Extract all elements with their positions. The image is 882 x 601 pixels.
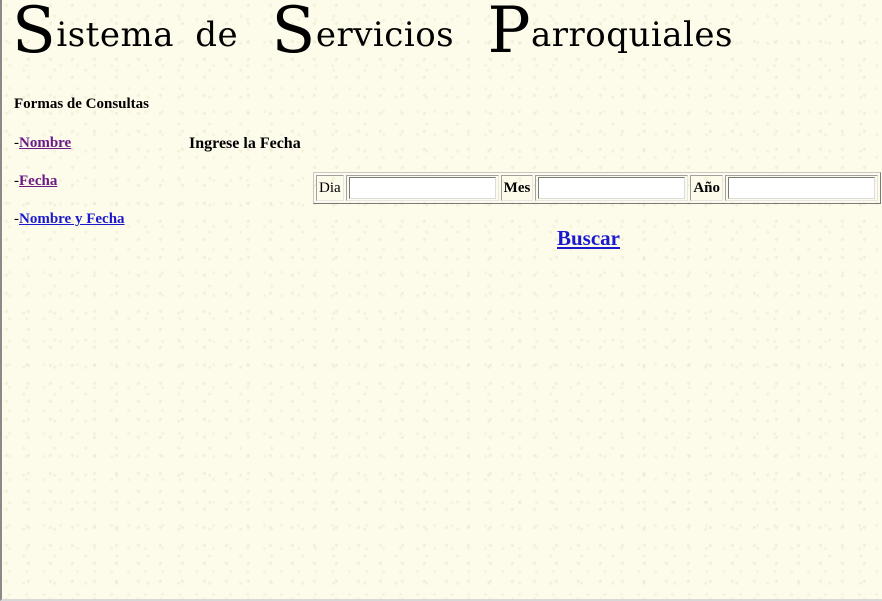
sidebar-item-fecha: -Fecha <box>14 173 57 190</box>
year-input-cell <box>725 175 879 201</box>
sidebar-link-nombre[interactable]: Nombre <box>19 135 71 151</box>
date-form-table: Dia Mes Año <box>313 172 882 204</box>
year-label-cell: Año <box>690 175 724 201</box>
background-texture <box>2 0 882 599</box>
sidebar-heading: Formas de Consultas <box>14 96 150 112</box>
page-title: Sistema de Servicios Parroquiales <box>12 0 755 68</box>
year-input[interactable] <box>728 177 876 199</box>
sidebar-link-fecha[interactable]: Fecha <box>19 173 57 189</box>
title-word: Parroquiales <box>487 0 733 68</box>
day-label: Dia <box>319 179 341 196</box>
month-label: Mes <box>503 179 531 196</box>
day-input-cell <box>345 175 499 201</box>
sidebar-item-nombre-y-fecha: -Nombre y Fecha <box>14 211 125 228</box>
title-word: Sistema <box>12 0 174 68</box>
month-label-cell: Mes <box>500 175 534 201</box>
day-label-cell: Dia <box>316 175 344 201</box>
sidebar-item-nombre: -Nombre <box>14 135 71 152</box>
year-label: Año <box>693 179 721 196</box>
title-word: Servicios <box>271 0 455 68</box>
title-word: de <box>195 15 239 55</box>
day-input[interactable] <box>348 177 496 199</box>
form-heading: Ingrese la Fecha <box>189 135 301 152</box>
month-input-cell <box>535 175 689 201</box>
month-input[interactable] <box>538 177 686 199</box>
search-link[interactable]: Buscar <box>557 226 620 251</box>
sidebar-link-nombre-y-fecha[interactable]: Nombre y Fecha <box>19 211 125 227</box>
